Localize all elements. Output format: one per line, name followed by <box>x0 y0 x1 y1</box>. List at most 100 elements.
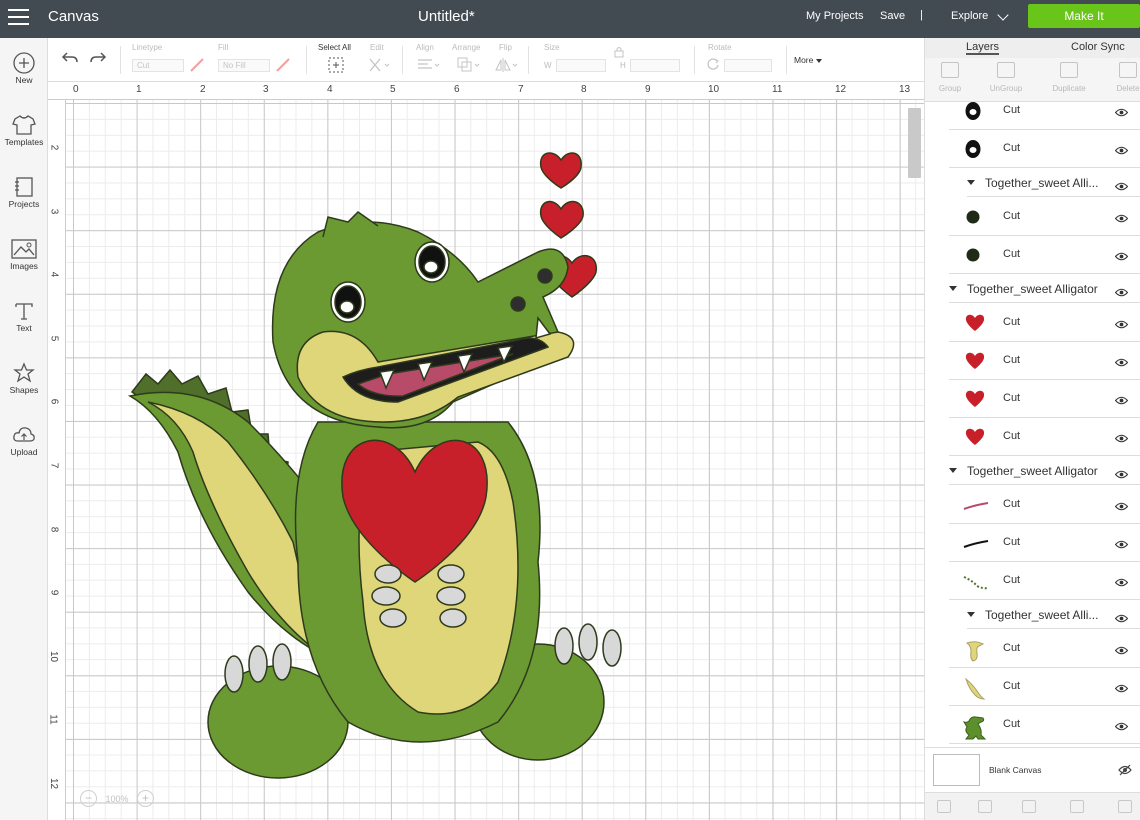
undo-icon[interactable] <box>60 50 80 66</box>
flatten-icon[interactable] <box>1070 800 1084 813</box>
layer-row[interactable]: Cut <box>949 630 1140 668</box>
layer-row[interactable]: Cut <box>949 342 1140 380</box>
eye-visible-icon[interactable] <box>1114 354 1129 367</box>
nav-shapes[interactable]: Shapes <box>0 362 48 420</box>
tab-color-sync[interactable]: Color Sync <box>1071 41 1125 53</box>
group-button[interactable]: Group <box>925 62 975 93</box>
fill-color-swatch-icon[interactable] <box>274 56 292 74</box>
ruler-tick: 2 <box>48 144 60 151</box>
layer-row[interactable]: Cut <box>949 304 1140 342</box>
scissors-icon[interactable] <box>366 56 392 74</box>
linetype-select[interactable]: Cut <box>132 59 184 72</box>
contour-icon[interactable] <box>1118 800 1132 813</box>
zoom-in-button[interactable]: + <box>137 790 155 807</box>
eye-visible-icon[interactable] <box>1114 574 1129 587</box>
layer-row[interactable]: Cut <box>949 130 1140 168</box>
eye-visible-icon[interactable] <box>1114 210 1129 223</box>
alligator-artwork[interactable] <box>118 122 638 782</box>
eye-visible-icon[interactable] <box>1114 536 1129 549</box>
nav-projects[interactable]: Projects <box>0 176 48 234</box>
layer-row[interactable]: Cut <box>949 562 1140 600</box>
layer-label: Cut <box>1003 142 1021 154</box>
eye-visible-icon[interactable] <box>1114 430 1129 443</box>
nav-images[interactable]: Images <box>0 238 48 296</box>
more-menu[interactable]: More <box>794 55 822 65</box>
layer-row[interactable]: Cut <box>949 236 1140 274</box>
explore-link[interactable]: Explore <box>951 10 988 22</box>
ruler-tick: 3 <box>48 208 60 215</box>
layer-row[interactable]: Cut <box>949 102 1140 130</box>
more-label: More <box>794 55 814 65</box>
ungroup-button[interactable]: UnGroup <box>981 62 1031 93</box>
layer-group-label: Together_sweet Alligator <box>967 464 1098 478</box>
eye-visible-icon[interactable] <box>1114 178 1129 191</box>
rotate-input[interactable] <box>724 59 772 72</box>
eye-visible-icon[interactable] <box>1114 498 1129 511</box>
duplicate-button[interactable]: Duplicate <box>1044 62 1094 93</box>
redo-icon[interactable] <box>88 50 108 66</box>
chevron-down-icon[interactable] <box>997 9 1009 21</box>
width-input[interactable] <box>556 59 606 72</box>
layer-group-row[interactable]: Together_sweet Alli... <box>967 168 1140 197</box>
nav-text[interactable]: Text <box>0 300 48 358</box>
eye-visible-icon[interactable] <box>1114 392 1129 405</box>
make-it-button[interactable]: Make It <box>1028 4 1140 28</box>
blank-canvas-swatch[interactable] <box>933 754 980 786</box>
select-all-icon[interactable] <box>327 56 345 74</box>
toolbar-divider <box>694 46 695 74</box>
layer-row[interactable]: Cut <box>949 198 1140 236</box>
layer-thumbnail-heart-red-icon <box>963 389 987 409</box>
hamburger-menu-icon[interactable] <box>8 9 29 26</box>
design-canvas[interactable]: 0 1 2 3 4 5 6 7 8 9 10 11 12 13 2 3 4 5 … <box>48 82 924 820</box>
eye-visible-icon[interactable] <box>1114 248 1129 261</box>
blank-canvas-row[interactable]: Blank Canvas <box>925 747 1140 792</box>
tab-layers[interactable]: Layers <box>966 41 1000 55</box>
my-projects-link[interactable]: My Projects <box>806 10 863 22</box>
expand-caret-icon[interactable] <box>949 286 957 291</box>
attach-icon[interactable] <box>1022 800 1036 813</box>
eye-hidden-icon[interactable] <box>1118 764 1132 776</box>
nav-new[interactable]: New <box>0 52 48 110</box>
layer-group-row[interactable]: Together_sweet Alligator <box>949 456 1140 485</box>
layer-row[interactable]: Cut <box>949 418 1140 456</box>
weld-icon[interactable] <box>978 800 992 813</box>
document-title[interactable]: Untitled* <box>418 8 475 25</box>
layer-group-row[interactable]: Together_sweet Alligator <box>949 274 1140 303</box>
linetype-color-swatch-icon[interactable] <box>188 56 206 74</box>
save-link[interactable]: Save <box>880 10 905 22</box>
layer-row[interactable]: Cut <box>949 380 1140 418</box>
expand-caret-icon[interactable] <box>949 468 957 473</box>
layer-row[interactable]: Cut <box>949 524 1140 562</box>
height-input[interactable] <box>630 59 680 72</box>
slice-icon[interactable] <box>937 800 951 813</box>
blank-canvas-label: Blank Canvas <box>989 765 1042 775</box>
eye-visible-icon[interactable] <box>1114 718 1129 731</box>
fill-select[interactable]: No Fill <box>218 59 270 72</box>
canvas-vertical-scrollbar[interactable] <box>908 108 921 178</box>
eye-visible-icon[interactable] <box>1114 104 1129 117</box>
eye-visible-icon[interactable] <box>1114 642 1129 655</box>
zoom-out-button[interactable]: − <box>80 790 97 807</box>
eye-visible-icon[interactable] <box>1114 680 1129 693</box>
eye-visible-icon[interactable] <box>1114 284 1129 297</box>
layer-row[interactable]: Cut <box>949 668 1140 706</box>
delete-button[interactable]: Delete <box>1103 62 1140 93</box>
expand-caret-icon[interactable] <box>967 180 975 185</box>
eye-visible-icon[interactable] <box>1114 316 1129 329</box>
flip-icon[interactable] <box>494 56 520 74</box>
nav-templates[interactable]: Templates <box>0 114 48 172</box>
lock-icon[interactable] <box>614 46 624 58</box>
eye-visible-icon[interactable] <box>1114 466 1129 479</box>
layer-row[interactable]: Cut <box>949 706 1140 744</box>
group-label: Group <box>938 84 962 93</box>
arrange-icon[interactable] <box>456 56 482 74</box>
layer-group-row[interactable]: Together_sweet Alli... <box>967 600 1140 629</box>
nav-upload[interactable]: Upload <box>0 424 48 482</box>
expand-caret-icon[interactable] <box>967 612 975 617</box>
top-separator: | <box>920 9 923 21</box>
align-icon[interactable] <box>416 56 442 74</box>
layer-label: Cut <box>1003 574 1021 586</box>
eye-visible-icon[interactable] <box>1114 142 1129 155</box>
layer-row[interactable]: Cut <box>949 486 1140 524</box>
eye-visible-icon[interactable] <box>1114 610 1129 623</box>
